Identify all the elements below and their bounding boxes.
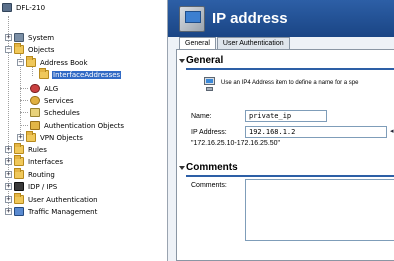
tree-item-label: IDP / IPS bbox=[28, 182, 58, 191]
collapse-triangle-icon[interactable] bbox=[179, 166, 185, 170]
name-label: Name: bbox=[191, 113, 212, 120]
firewall-device-icon bbox=[2, 3, 12, 12]
objects-folder-icon bbox=[14, 43, 24, 54]
expand-icon[interactable]: + bbox=[5, 171, 12, 178]
expand-icon[interactable]: + bbox=[17, 134, 24, 141]
collapse-icon[interactable]: − bbox=[17, 59, 24, 66]
computer-info-icon bbox=[203, 77, 215, 93]
tree-root-label: DFL-210 bbox=[16, 3, 46, 12]
tab-panel: General Use an IP4 Address item to defin… bbox=[176, 49, 394, 261]
tree-item-address-book[interactable]: − Address Book bbox=[17, 56, 89, 68]
tree-item-label: Objects bbox=[28, 45, 55, 54]
page-header: IP address bbox=[168, 0, 394, 37]
tree-item-label: User Authentication bbox=[28, 195, 98, 204]
expand-icon[interactable]: + bbox=[5, 34, 12, 41]
rules-icon bbox=[14, 143, 24, 154]
tree-item-label: Services bbox=[44, 96, 74, 105]
tree-item-interfaces[interactable]: + Interfaces bbox=[5, 155, 64, 167]
tree-item-alg[interactable]: ALG bbox=[30, 83, 59, 94]
tree-item-label: System bbox=[28, 33, 55, 42]
section-divider bbox=[186, 68, 394, 70]
ip-address-icon bbox=[179, 6, 205, 32]
tree-item-system[interactable]: + System bbox=[5, 32, 55, 43]
tree-item-authentication-objects[interactable]: Authentication Objects bbox=[30, 120, 125, 131]
address-book-folder-icon bbox=[26, 56, 36, 67]
tree-connector bbox=[20, 112, 28, 113]
folder-icon bbox=[39, 68, 49, 79]
tree-item-vpn-objects[interactable]: + VPN Objects bbox=[17, 131, 84, 143]
tree-item-objects[interactable]: − Objects bbox=[5, 43, 55, 55]
section-divider bbox=[186, 175, 394, 177]
tree-item-routing[interactable]: + Routing bbox=[5, 168, 56, 180]
tree-item-label: Address Book bbox=[40, 58, 88, 67]
name-input[interactable]: private_ip bbox=[245, 110, 327, 122]
alg-icon bbox=[30, 84, 40, 93]
comments-label: Comments: bbox=[191, 182, 227, 189]
auth-objects-icon bbox=[30, 121, 40, 130]
user-auth-icon bbox=[14, 193, 24, 204]
tree-item-label: InterfaceAddresses bbox=[52, 70, 122, 79]
comments-textarea[interactable] bbox=[245, 179, 394, 241]
system-icon bbox=[14, 33, 24, 42]
ip-address-input[interactable]: 192.168.1.2 bbox=[245, 126, 387, 138]
routing-icon bbox=[14, 168, 24, 179]
tree-item-rules[interactable]: + Rules bbox=[5, 143, 48, 155]
ip-address-label: IP Address: bbox=[191, 129, 227, 136]
tree-item-label: Routing bbox=[28, 170, 55, 179]
tree-item-interfaceaddresses[interactable]: InterfaceAddresses bbox=[39, 68, 122, 80]
tree-item-label: Schedules bbox=[44, 108, 80, 117]
tree-item-idp-ips[interactable]: + IDP / IPS bbox=[5, 181, 58, 192]
tree-connector bbox=[20, 125, 28, 126]
expand-icon[interactable]: + bbox=[5, 183, 12, 190]
vpn-objects-icon bbox=[26, 131, 36, 142]
services-icon bbox=[30, 96, 40, 105]
tree-root[interactable]: DFL-210 bbox=[2, 2, 46, 13]
tree-connector bbox=[20, 100, 28, 101]
info-text: Use an IP4 Address item to define a name… bbox=[221, 80, 359, 86]
collapse-icon[interactable]: − bbox=[5, 46, 12, 53]
collapse-triangle-icon[interactable] bbox=[179, 59, 185, 63]
page-title: IP address bbox=[212, 10, 288, 27]
tree-item-label: Rules bbox=[28, 145, 47, 154]
tree-item-services[interactable]: Services bbox=[30, 95, 75, 106]
tab-user-authentication[interactable]: User Authentication bbox=[216, 37, 290, 49]
expand-icon[interactable]: + bbox=[5, 158, 12, 165]
expand-icon[interactable]: + bbox=[5, 196, 12, 203]
traffic-management-icon bbox=[14, 207, 24, 216]
tree-item-label: Authentication Objects bbox=[44, 121, 125, 130]
tree-item-schedules[interactable]: Schedules bbox=[30, 107, 81, 118]
tree-item-traffic-management[interactable]: + Traffic Management bbox=[5, 206, 98, 217]
content-area: IP address General User Authentication G… bbox=[168, 0, 394, 261]
section-title-comments: Comments bbox=[186, 162, 238, 173]
tree-item-label: ALG bbox=[44, 84, 59, 93]
expand-icon[interactable]: + bbox=[5, 208, 12, 215]
expand-icon[interactable]: + bbox=[5, 146, 12, 153]
tree-item-label: Interfaces bbox=[28, 157, 63, 166]
schedules-icon bbox=[30, 108, 40, 117]
tree-connector bbox=[20, 88, 28, 89]
idp-ips-icon bbox=[14, 182, 24, 191]
navigation-tree: DFL-210 + System − Objects − Address Boo… bbox=[0, 0, 168, 261]
arrow-left-icon: ◂ bbox=[390, 127, 394, 135]
tree-item-user-authentication[interactable]: + User Authentication bbox=[5, 193, 99, 205]
section-title-general: General bbox=[186, 55, 224, 66]
interfaces-icon bbox=[14, 155, 24, 166]
ip-format-hint: "172.16.25.10-172.16.25.50" bbox=[191, 140, 281, 147]
tree-item-label: VPN Objects bbox=[40, 133, 83, 142]
tree-item-label: Traffic Management bbox=[28, 207, 98, 216]
